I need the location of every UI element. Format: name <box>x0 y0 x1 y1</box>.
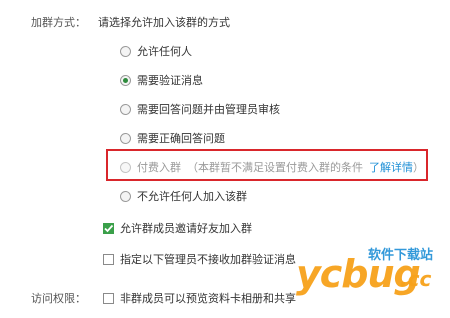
option-label: 需要验证消息 <box>137 74 203 87</box>
option-answer-correctly[interactable]: 需要正确回答问题 <box>120 130 225 146</box>
learn-more-link[interactable]: 了解详情 <box>369 159 413 175</box>
checkbox-checked[interactable] <box>103 222 114 234</box>
option-label: 需要正确回答问题 <box>137 132 225 145</box>
checkbox-label: 非群成员可以预览资料卡相册和共享 <box>120 292 296 305</box>
checkmark-icon <box>103 222 114 234</box>
preview-profile-checkbox-row[interactable]: 非群成员可以预览资料卡相册和共享 <box>103 290 296 306</box>
radio-button[interactable] <box>120 103 131 115</box>
option-label-disabled: 付费入群 <box>137 161 181 174</box>
option-paid-join: 付费入群 （本群暂不满足设置付费入群的条件 了解详情 ） <box>120 159 424 175</box>
join-method-prompt: 请选择允许加入该群的方式 <box>98 16 230 29</box>
checkbox-label: 指定以下管理员不接收加群验证消息 <box>120 253 296 266</box>
option-allow-anyone[interactable]: 允许任何人 <box>120 43 192 59</box>
option-disallow-all[interactable]: 不允许任何人加入该群 <box>120 188 247 204</box>
allow-invite-checkbox-row[interactable]: 允许群成员邀请好友加入群 <box>103 220 252 236</box>
paid-join-note-end: ） <box>413 161 424 174</box>
site-watermark: 软件下载站 ycbug .cc <box>296 238 446 300</box>
option-label: 不允许任何人加入该群 <box>137 190 247 203</box>
admin-no-verification-checkbox-row[interactable]: 指定以下管理员不接收加群验证消息 <box>103 251 296 267</box>
checkbox-label: 允许群成员邀请好友加入群 <box>120 222 252 235</box>
radio-button[interactable] <box>120 45 131 57</box>
option-require-verification[interactable]: 需要验证消息 <box>120 72 203 88</box>
watermark-suffix: .cc <box>400 267 432 291</box>
paid-join-note: （本群暂不满足设置付费入群的条件 <box>187 161 363 174</box>
checkbox[interactable] <box>103 292 114 304</box>
radio-button-checked[interactable] <box>120 74 131 86</box>
option-label: 需要回答问题并由管理员审核 <box>137 103 280 116</box>
radio-button[interactable] <box>120 132 131 144</box>
checkbox[interactable] <box>103 253 114 265</box>
radio-button-disabled <box>120 161 131 173</box>
radio-button[interactable] <box>120 190 131 202</box>
join-method-label: 加群方式： <box>31 16 86 29</box>
option-answer-and-admin-review[interactable]: 需要回答问题并由管理员审核 <box>120 101 280 117</box>
access-label: 访问权限： <box>31 292 86 305</box>
option-label: 允许任何人 <box>137 45 192 58</box>
